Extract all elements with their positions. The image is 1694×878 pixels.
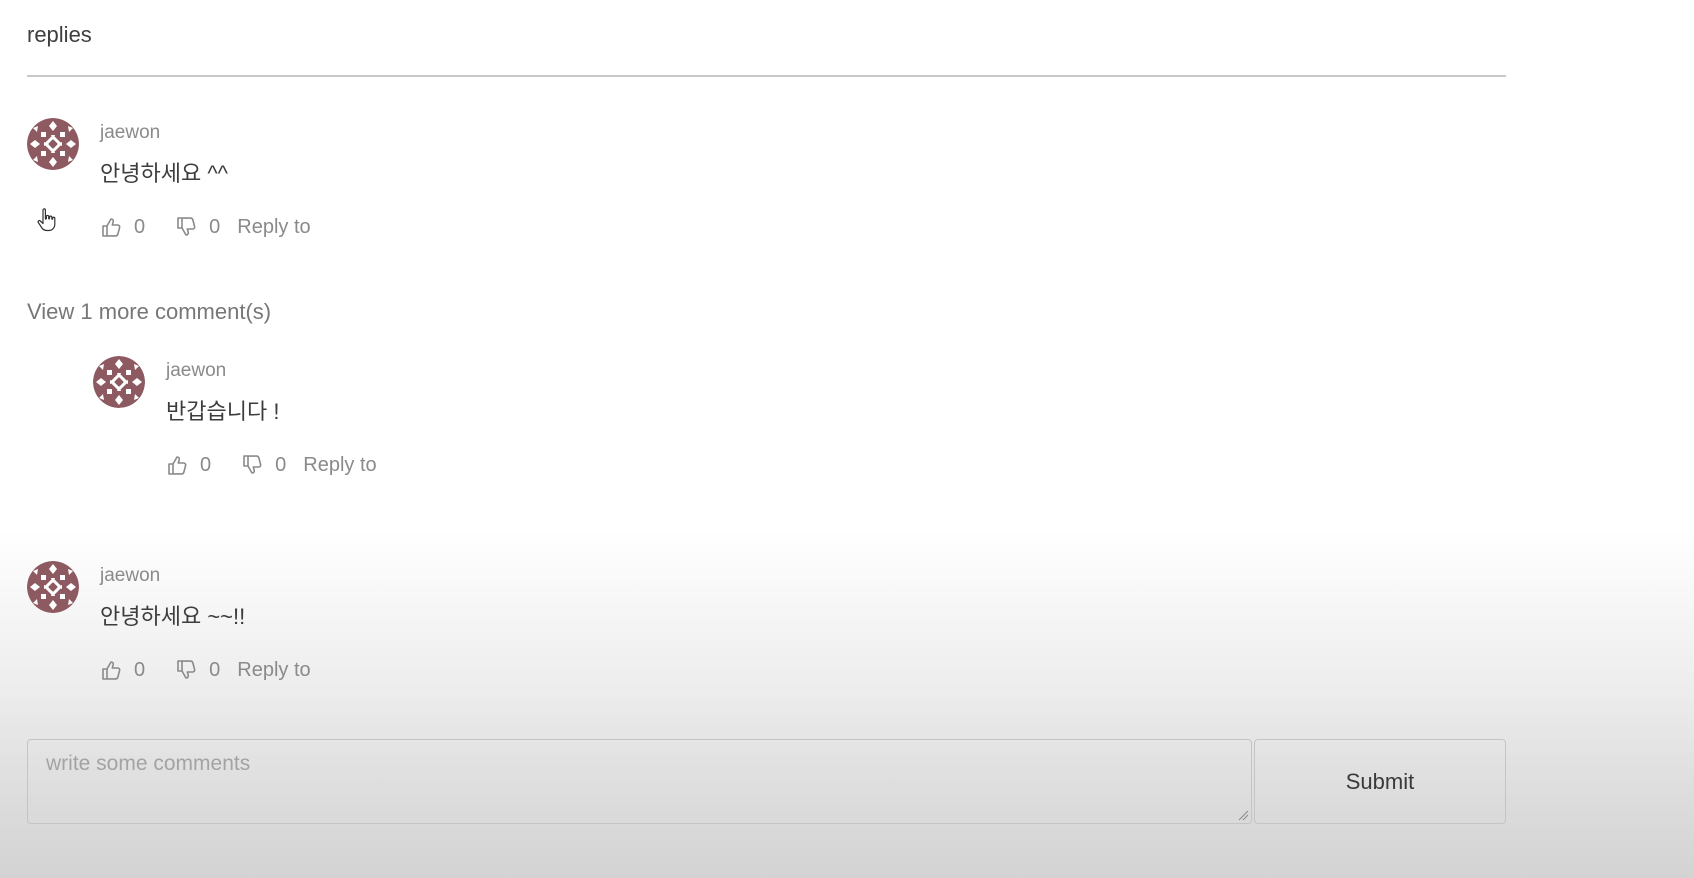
identicon-avatar-icon xyxy=(27,561,79,613)
comment-author: jaewon xyxy=(166,360,227,381)
submit-button[interactable]: Submit xyxy=(1254,739,1506,824)
reply-to-link[interactable]: Reply to xyxy=(237,659,310,682)
dislike-count: 0 xyxy=(275,453,287,476)
thumbs-up-icon[interactable] xyxy=(100,659,122,681)
dislike-count: 0 xyxy=(209,658,221,681)
reply-to-link[interactable]: Reply to xyxy=(237,216,310,239)
thumbs-down-icon[interactable] xyxy=(241,454,263,476)
comment-actions: 0 0 Reply to xyxy=(166,452,377,478)
comment-author: jaewon xyxy=(100,565,161,586)
avatar xyxy=(93,356,145,408)
avatar xyxy=(27,118,79,170)
thumbs-up-icon[interactable] xyxy=(166,454,188,476)
comment-actions: 0 0 Reply to xyxy=(100,214,311,240)
avatar xyxy=(27,561,79,613)
comment-content: 반갑습니다 ! xyxy=(166,399,280,424)
identicon-avatar-icon xyxy=(27,118,79,170)
thumbs-up-icon[interactable] xyxy=(100,216,122,238)
dislike-count: 0 xyxy=(209,215,221,238)
comment-content: 안녕하세요 ~~!! xyxy=(100,604,246,629)
hand-pointer-icon xyxy=(37,208,56,232)
comment-actions: 0 0 Reply to xyxy=(100,657,311,683)
comment-form: Submit xyxy=(27,739,1506,824)
thumbs-down-icon[interactable] xyxy=(175,216,197,238)
like-count: 0 xyxy=(200,453,212,476)
comment-content: 안녕하세요 ^^ xyxy=(100,161,228,186)
replies-title: replies xyxy=(27,22,92,47)
like-count: 0 xyxy=(134,658,146,681)
thumbs-down-icon[interactable] xyxy=(175,659,197,681)
reply-to-link[interactable]: Reply to xyxy=(303,454,376,477)
section-divider xyxy=(27,75,1506,77)
view-more-comments-link[interactable]: View 1 more comment(s) xyxy=(27,299,271,325)
identicon-avatar-icon xyxy=(93,356,145,408)
comment-textarea[interactable] xyxy=(27,739,1252,824)
resize-handle-icon[interactable] xyxy=(1237,809,1249,821)
comment-author: jaewon xyxy=(100,122,161,143)
like-count: 0 xyxy=(134,215,146,238)
